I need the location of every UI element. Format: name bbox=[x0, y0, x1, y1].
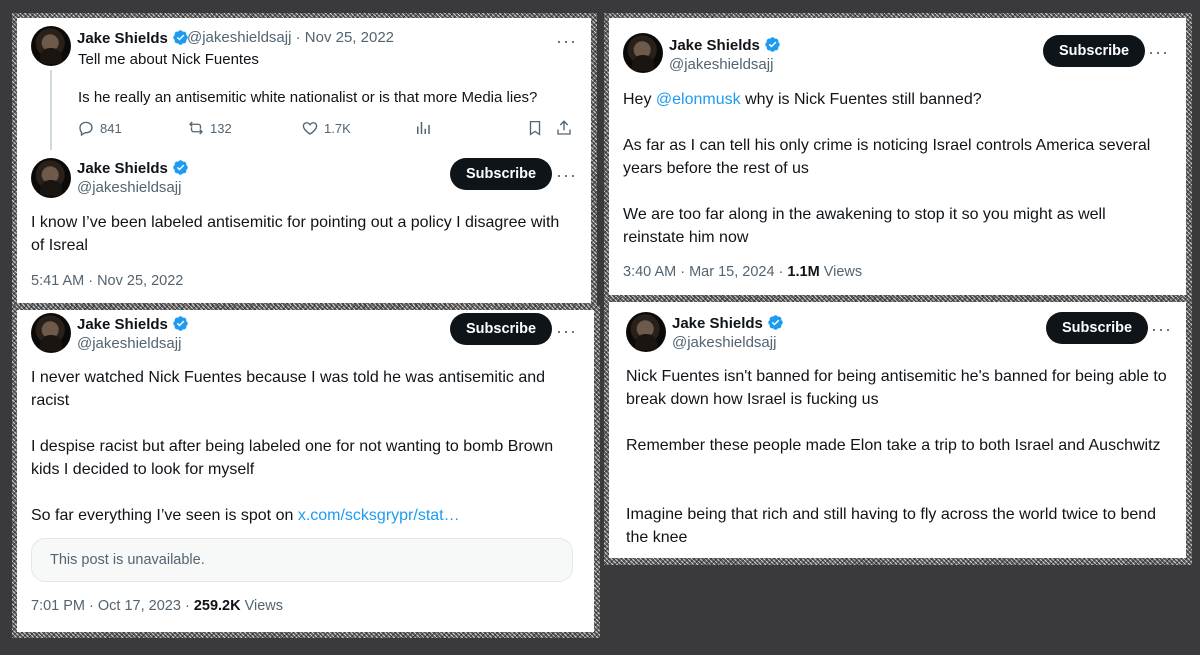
tweet-paragraph-2: I despise racist but after being labeled… bbox=[31, 438, 554, 478]
verified-badge-icon bbox=[173, 160, 188, 175]
timestamp-text[interactable]: 3:40 AM · Mar 15, 2024 · bbox=[623, 264, 787, 280]
verified-badge-icon bbox=[173, 316, 188, 331]
more-options-icon[interactable]: ··· bbox=[1148, 43, 1169, 61]
analytics-button[interactable] bbox=[414, 119, 432, 137]
author-name[interactable]: Jake Shields bbox=[77, 315, 189, 333]
subscribe-button[interactable]: Subscribe bbox=[450, 158, 553, 190]
tweet-card-2[interactable]: Jake Shields @jakeshieldsajj Subscribe ·… bbox=[17, 310, 594, 632]
author-name-text[interactable]: Jake Shields bbox=[77, 30, 168, 47]
mention-link[interactable]: @elonmusk bbox=[656, 91, 741, 108]
subscribe-button[interactable]: Subscribe bbox=[1043, 35, 1146, 67]
heart-icon bbox=[302, 122, 318, 135]
tweet-timestamp[interactable]: 5:41 AM · Nov 25, 2022 bbox=[31, 273, 183, 289]
views-label: Views bbox=[819, 264, 863, 280]
tweet-paragraph-3: So far everything I’ve seen is spot on x… bbox=[31, 504, 579, 527]
repost-icon bbox=[189, 121, 203, 135]
avatar[interactable] bbox=[623, 33, 663, 73]
tweet-paragraph-3: We are too far along in the awakening to… bbox=[623, 206, 1106, 246]
author-handle[interactable]: @jakeshieldsajj bbox=[669, 56, 773, 73]
tweet-paragraph-3: Imagine being that rich and still having… bbox=[626, 506, 1157, 546]
author-handle[interactable]: @jakeshieldsajj bbox=[77, 179, 181, 196]
verified-badge-icon bbox=[765, 37, 780, 52]
repost-button[interactable]: 132 bbox=[187, 119, 232, 137]
quoted-line-1: Tell me about Nick Fuentes bbox=[78, 51, 259, 68]
tweet-card-3[interactable]: Jake Shields @jakeshieldsajj Subscribe ·… bbox=[609, 18, 1186, 295]
more-options-icon[interactable]: ··· bbox=[1151, 320, 1172, 338]
author-name[interactable]: Jake Shields bbox=[77, 159, 189, 177]
paragraph-text: So far everything I’ve seen is spot on bbox=[31, 507, 298, 524]
avatar[interactable] bbox=[31, 158, 71, 198]
author-name-text[interactable]: Jake Shields bbox=[77, 160, 168, 177]
tweet-paragraph-2: Remember these people made Elon take a t… bbox=[626, 437, 1161, 454]
tweet-timestamp[interactable]: 7:01 PM · Oct 17, 2023 · 259.2K Views bbox=[31, 598, 283, 614]
bookmark-button[interactable] bbox=[526, 119, 544, 137]
quoted-handle-date[interactable]: @jakeshieldsajj · Nov 25, 2022 bbox=[187, 29, 394, 46]
more-options-icon[interactable]: ··· bbox=[556, 322, 577, 340]
quoted-line-2: Is he really an antisemitic white nation… bbox=[78, 89, 538, 106]
author-name-text[interactable]: Jake Shields bbox=[669, 37, 760, 54]
reply-count: 841 bbox=[100, 120, 122, 136]
author-name-text[interactable]: Jake Shields bbox=[77, 316, 168, 333]
tweet-timestamp[interactable]: 3:40 AM · Mar 15, 2024 · 1.1M Views bbox=[623, 264, 862, 280]
more-options-icon[interactable]: ··· bbox=[556, 32, 577, 50]
author-name[interactable]: Jake Shields bbox=[77, 29, 189, 47]
subscribe-button[interactable]: Subscribe bbox=[1046, 312, 1149, 344]
paragraph-text: Hey bbox=[623, 91, 656, 108]
reply-icon bbox=[79, 121, 93, 137]
subscribe-button[interactable]: Subscribe bbox=[450, 313, 553, 345]
repost-count: 132 bbox=[210, 120, 232, 136]
author-handle[interactable]: @jakeshieldsajj bbox=[672, 334, 776, 351]
tweet-text: I know I’ve been labeled antisemitic for… bbox=[31, 214, 560, 254]
like-count: 1.7K bbox=[324, 120, 351, 136]
tweet-paragraph-1: Nick Fuentes isn't banned for being anti… bbox=[626, 368, 1167, 408]
bookmark-icon bbox=[529, 120, 541, 136]
timestamp-text[interactable]: 7:01 PM · Oct 17, 2023 · bbox=[31, 598, 194, 614]
thread-connector bbox=[50, 70, 52, 150]
tweet-paragraph-1: I never watched Nick Fuentes because I w… bbox=[31, 369, 546, 409]
unavailable-post-notice: This post is unavailable. bbox=[31, 538, 573, 582]
like-button[interactable]: 1.7K bbox=[301, 119, 351, 137]
share-icon bbox=[557, 120, 571, 135]
share-button[interactable] bbox=[555, 119, 573, 137]
view-count: 259.2K bbox=[193, 598, 241, 614]
author-name-text[interactable]: Jake Shields bbox=[672, 315, 763, 332]
avatar[interactable] bbox=[31, 26, 71, 66]
more-options-icon[interactable]: ··· bbox=[556, 166, 577, 184]
avatar[interactable] bbox=[31, 313, 71, 353]
tweet-paragraph-1: Hey @elonmusk why is Nick Fuentes still … bbox=[623, 88, 1171, 111]
reply-button[interactable]: 841 bbox=[77, 119, 122, 137]
author-handle[interactable]: @jakeshieldsajj bbox=[77, 335, 181, 352]
tweet-paragraph-2: As far as I can tell his only crime is n… bbox=[623, 137, 1151, 177]
author-name[interactable]: Jake Shields bbox=[669, 36, 781, 54]
view-count: 1.1M bbox=[787, 264, 820, 280]
views-label: Views bbox=[240, 598, 284, 614]
tweet-card-1[interactable]: Jake Shields @jakeshieldsajj · Nov 25, 2… bbox=[17, 18, 591, 303]
analytics-icon bbox=[417, 122, 430, 134]
tweet-card-4[interactable]: Jake Shields @jakeshieldsajj Subscribe ·… bbox=[609, 302, 1186, 558]
paragraph-text: why is Nick Fuentes still banned? bbox=[740, 91, 982, 108]
verified-badge-icon bbox=[768, 315, 783, 330]
avatar[interactable] bbox=[626, 312, 666, 352]
tweet-link[interactable]: x.com/scksgrypr/stat… bbox=[298, 507, 460, 524]
author-name[interactable]: Jake Shields bbox=[672, 314, 784, 332]
